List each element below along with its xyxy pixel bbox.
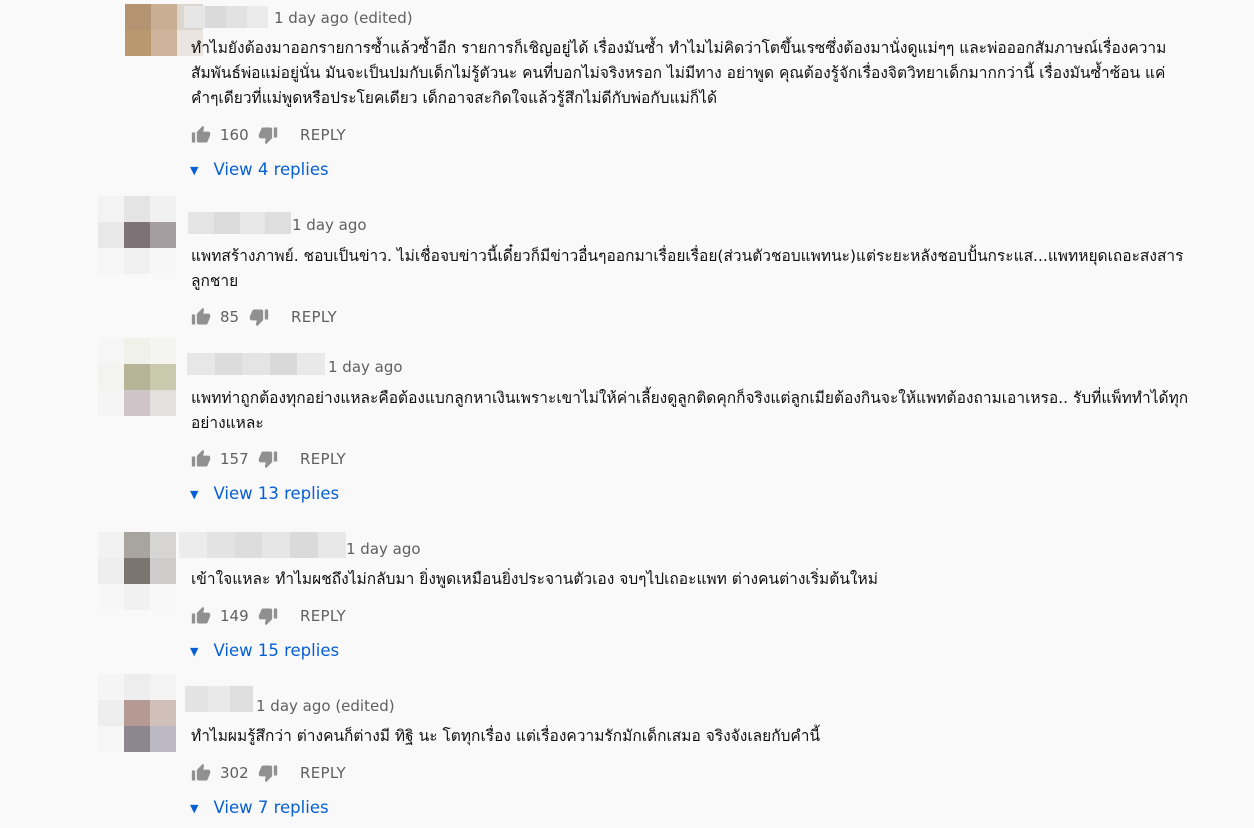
thumbs-up-icon[interactable] [191, 606, 211, 626]
like-count: 160 [220, 126, 249, 144]
comment-text: แพทท่าถูกต้องทุกอย่างแหละคือต้องแบกลูกหา… [191, 389, 1189, 432]
like-count: 149 [220, 607, 249, 625]
comment-text: ทำไมผมรู้สึกว่า ต่างคนก็ต่างมี ทิฐิ นะ โ… [191, 727, 821, 745]
comment-actions: 160 REPLY [191, 123, 346, 147]
view-replies-button[interactable]: ▼ View 7 replies [190, 798, 329, 817]
author-name[interactable] [187, 353, 325, 375]
thumbs-down-icon[interactable] [258, 763, 278, 783]
comment-text: ทำไมยังต้องมาออกรายการซ้ำแล้วซ้ำอีก รายก… [191, 39, 1167, 107]
view-replies-label: View 13 replies [213, 484, 340, 503]
like-count: 302 [220, 764, 249, 782]
caret-down-icon: ▼ [190, 487, 199, 501]
comment-actions: 157 REPLY [191, 447, 346, 471]
thumbs-down-icon[interactable] [258, 449, 278, 469]
author-name[interactable] [185, 686, 254, 712]
thumbs-up-icon[interactable] [191, 125, 211, 145]
reply-button[interactable]: REPLY [300, 607, 346, 625]
avatar[interactable] [98, 338, 176, 416]
thumbs-up-icon[interactable] [191, 307, 211, 327]
caret-down-icon: ▼ [190, 801, 199, 815]
thumbs-up-icon[interactable] [191, 449, 211, 469]
comment-actions: 85 REPLY [191, 305, 337, 329]
comment-timestamp[interactable]: 1 day ago [346, 540, 421, 558]
like-count: 157 [220, 450, 249, 468]
view-replies-label: View 15 replies [213, 641, 340, 660]
view-replies-button[interactable]: ▼ View 15 replies [190, 641, 339, 660]
comment-text: เข้าใจแหละ ทำไมผชถึงไม่กลับมา ยิ่งพูดเหม… [191, 570, 878, 588]
reply-button[interactable]: REPLY [300, 450, 346, 468]
thumbs-up-icon[interactable] [191, 763, 211, 783]
caret-down-icon: ▼ [190, 644, 199, 658]
comment-text: แพทสร้างภาพย์. ชอบเป็นข่าว. ไม่เชื่อจบข่… [191, 247, 1184, 290]
view-replies-button[interactable]: ▼ View 13 replies [190, 484, 339, 503]
comment-timestamp[interactable]: 1 day ago (edited) [256, 697, 395, 715]
reply-button[interactable]: REPLY [300, 126, 346, 144]
thumbs-down-icon[interactable] [258, 606, 278, 626]
avatar[interactable] [98, 196, 176, 274]
comment-timestamp[interactable]: 1 day ago [292, 216, 367, 234]
thumbs-down-icon[interactable] [249, 307, 269, 327]
comment-timestamp[interactable]: 1 day ago (edited) [274, 9, 413, 27]
reply-button[interactable]: REPLY [291, 308, 337, 326]
comment-timestamp[interactable]: 1 day ago [328, 358, 403, 376]
author-name[interactable] [188, 212, 291, 234]
view-replies-label: View 7 replies [213, 798, 329, 817]
avatar[interactable] [98, 532, 176, 610]
like-count: 85 [220, 308, 240, 326]
comment-actions: 302 REPLY [191, 761, 346, 785]
thumbs-down-icon[interactable] [258, 125, 278, 145]
caret-down-icon: ▼ [190, 163, 199, 177]
comment-actions: 149 REPLY [191, 604, 346, 628]
author-name[interactable] [179, 532, 346, 558]
reply-button[interactable]: REPLY [300, 764, 346, 782]
avatar[interactable] [98, 674, 176, 752]
author-name[interactable] [184, 6, 268, 28]
view-replies-label: View 4 replies [213, 160, 329, 179]
view-replies-button[interactable]: ▼ View 4 replies [190, 160, 329, 179]
